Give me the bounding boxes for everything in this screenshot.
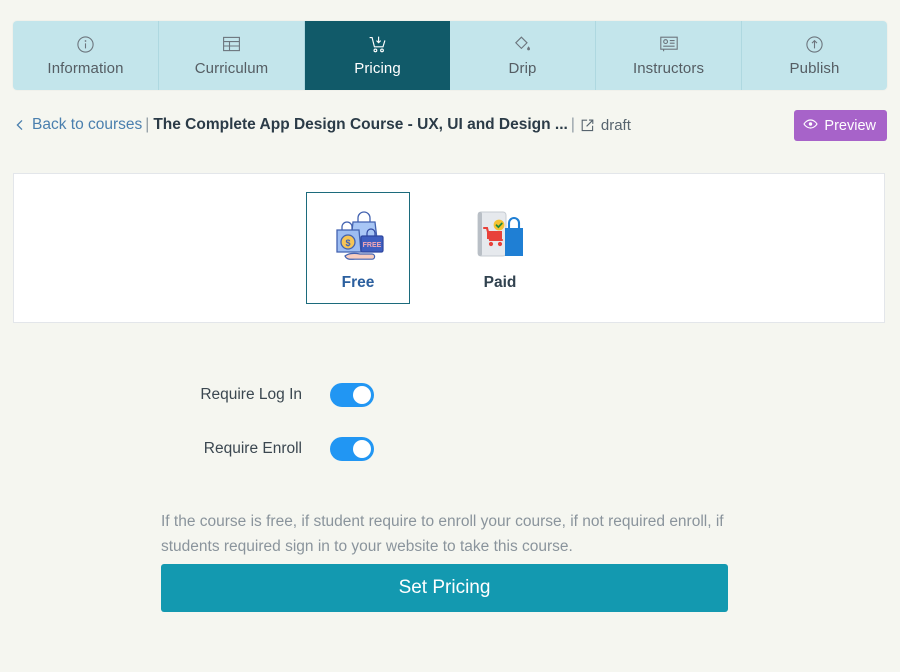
- pricing-type-panel: $ FREE Free Paid: [13, 173, 885, 323]
- tab-label: Publish: [789, 59, 840, 77]
- tab-label: Instructors: [632, 59, 705, 77]
- back-to-courses-link[interactable]: Back to courses: [32, 116, 142, 134]
- option-require-enroll-row: Require Enroll: [0, 429, 900, 469]
- set-pricing-button[interactable]: Set Pricing: [161, 564, 728, 612]
- tab-publish[interactable]: Publish: [742, 21, 887, 90]
- option-require-login-row: Require Log In: [0, 375, 900, 415]
- page-title: The Complete App Design Course - UX, UI …: [153, 116, 568, 133]
- preview-button[interactable]: Preview: [794, 110, 887, 141]
- info-circle-icon: [76, 35, 95, 54]
- breadcrumb-separator: |: [145, 116, 150, 133]
- tab-instructors[interactable]: Instructors: [596, 21, 742, 90]
- tab-label: Drip: [508, 59, 537, 77]
- pricing-type-paid[interactable]: Paid: [448, 192, 552, 304]
- svg-text:FREE: FREE: [363, 242, 382, 249]
- require-login-toggle[interactable]: [330, 383, 374, 407]
- toggle-knob: [353, 440, 371, 458]
- tab-pricing[interactable]: Pricing: [305, 21, 450, 90]
- tab-curriculum[interactable]: Curriculum: [159, 21, 305, 90]
- eye-icon: [803, 118, 819, 134]
- breadcrumb: Back to courses | The Complete App Desig…: [13, 105, 887, 145]
- table-grid-icon: [222, 35, 241, 54]
- pricing-type-free[interactable]: $ FREE Free: [306, 192, 410, 304]
- preview-label: Preview: [824, 117, 876, 134]
- require-enroll-toggle[interactable]: [330, 437, 374, 461]
- tab-label: Pricing: [354, 59, 401, 77]
- id-badge-icon: [659, 35, 679, 54]
- tab-label: Information: [47, 59, 124, 77]
- breadcrumb-separator-2: |: [570, 116, 575, 133]
- tab-drip[interactable]: Drip: [450, 21, 596, 90]
- upload-circle-icon: [805, 35, 824, 54]
- chevron-left-icon: [13, 118, 27, 132]
- free-shopping-bags-icon: $ FREE: [325, 204, 391, 266]
- paid-cart-bag-icon: [467, 204, 533, 266]
- tab-label: Curriculum: [194, 59, 269, 77]
- shopping-cart-download-icon: [368, 35, 388, 54]
- pricing-type-label: Paid: [483, 274, 517, 291]
- svg-text:$: $: [345, 238, 350, 248]
- toggle-knob: [353, 386, 371, 404]
- pricing-help-text: If the course is free, if student requir…: [161, 512, 724, 555]
- require-enroll-label: Require Enroll: [203, 440, 302, 457]
- pricing-type-label: Free: [341, 274, 375, 291]
- require-login-label: Require Log In: [200, 386, 302, 403]
- tab-information[interactable]: Information: [13, 21, 159, 90]
- pricing-options: Require Log In Require Enroll: [0, 375, 900, 483]
- edit-pencil-square-icon[interactable]: [580, 118, 595, 133]
- course-builder-tabs: Information Curriculum Pricing Drip Inst…: [13, 21, 887, 90]
- paint-drop-icon: [513, 35, 532, 54]
- status-badge: draft: [600, 116, 631, 134]
